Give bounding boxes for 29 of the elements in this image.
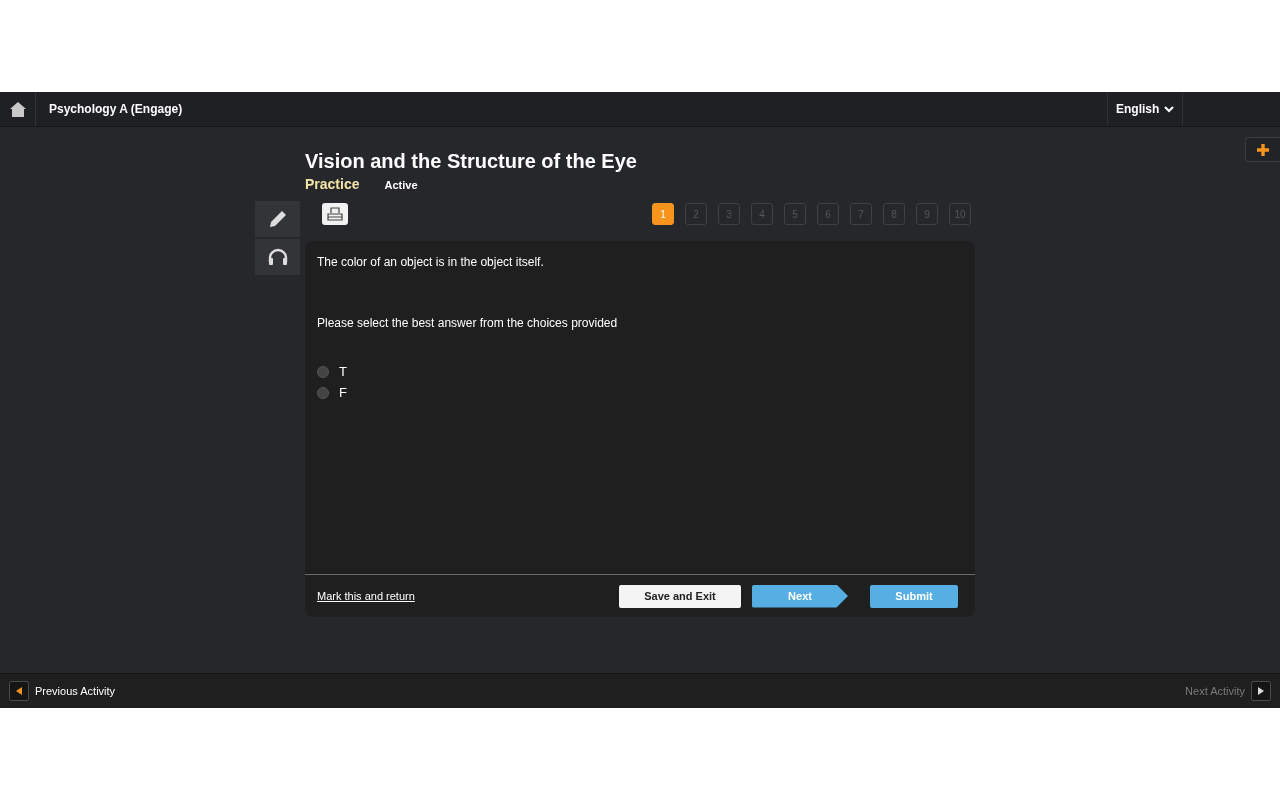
add-button[interactable] bbox=[1245, 137, 1280, 162]
caret-right-icon bbox=[1258, 687, 1264, 695]
previous-activity-link[interactable]: Previous Activity bbox=[9, 681, 116, 701]
pencil-icon bbox=[267, 209, 288, 229]
question-number[interactable]: 1 bbox=[652, 203, 674, 225]
headphones-icon bbox=[266, 248, 289, 266]
course-title: Psychology A (Engage) bbox=[49, 102, 183, 116]
activity-status: Active bbox=[384, 179, 418, 191]
submit-button[interactable]: Submit bbox=[870, 584, 958, 608]
mark-link[interactable]: Mark this and return bbox=[317, 590, 415, 602]
pencil-tool[interactable] bbox=[255, 201, 300, 237]
choice-label[interactable]: F bbox=[339, 385, 347, 400]
chevron-down-icon bbox=[1164, 105, 1174, 113]
home-icon bbox=[8, 100, 27, 118]
radio-button[interactable] bbox=[317, 386, 329, 399]
plus-icon bbox=[1256, 142, 1270, 157]
printer-icon bbox=[327, 207, 343, 221]
question-text: The color of an object is in the object itself. bbox=[317, 255, 545, 269]
instruction-text: Please select the best answer from the choices provided bbox=[317, 316, 619, 330]
audio-tool[interactable] bbox=[255, 239, 300, 275]
print-button[interactable] bbox=[322, 203, 348, 225]
caret-left-icon bbox=[16, 687, 22, 695]
choice-label[interactable]: T bbox=[339, 364, 347, 379]
radio-button[interactable] bbox=[317, 365, 329, 378]
next-button[interactable]: Next bbox=[752, 584, 848, 608]
activity-type: Practice bbox=[305, 176, 360, 192]
activity-title: Vision and the Structure of the Eye bbox=[305, 149, 638, 173]
save-exit-button[interactable]: Save and Exit bbox=[619, 584, 741, 608]
language-dropdown[interactable]: English bbox=[1107, 92, 1183, 126]
